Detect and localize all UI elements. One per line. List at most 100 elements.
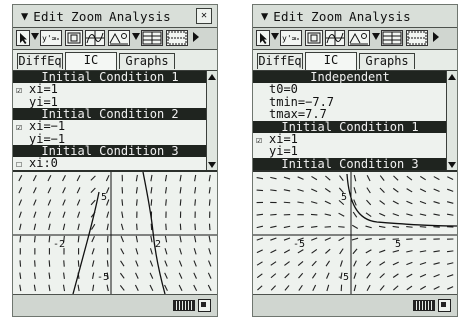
- pointer-tool-icon[interactable]: [16, 30, 30, 46]
- slope-field-tool-icon[interactable]: y'=: [280, 30, 302, 46]
- zoom-box-icon[interactable]: [65, 30, 83, 46]
- menu-chevron-icon[interactable]: ▼: [21, 9, 28, 23]
- menu-zoom[interactable]: Zoom: [311, 9, 342, 24]
- grid-tool-icon[interactable]: [406, 30, 428, 46]
- slope-segment: [353, 272, 357, 279]
- graph-icon[interactable]: [325, 30, 345, 46]
- close-icon[interactable]: ✕: [196, 8, 212, 24]
- scroll-up-icon[interactable]: [448, 74, 456, 80]
- condition-row[interactable]: ☐ xi:0: [13, 157, 207, 170]
- slope-segment: [351, 237, 359, 241]
- slope-segment: [379, 285, 385, 291]
- slope-segment: [406, 226, 413, 228]
- tab-graphs[interactable]: Graphs: [119, 53, 175, 69]
- slope-segment: [256, 189, 264, 192]
- slope-segment: [208, 199, 211, 206]
- slope-segment: [270, 273, 277, 279]
- slope-field-canvas[interactable]: 5 -5 -2 2: [13, 171, 217, 295]
- tab-ic[interactable]: IC: [65, 52, 117, 70]
- graph-dropdown-icon[interactable]: [372, 33, 380, 40]
- list-scrollbar[interactable]: [446, 71, 457, 171]
- tab-diffeq[interactable]: DiffEq: [17, 53, 63, 69]
- slope-segment: [193, 260, 197, 267]
- slope-segment: [325, 260, 331, 267]
- slope-segment: [284, 261, 290, 266]
- slope-segment: [419, 273, 427, 278]
- slope-segment: [149, 260, 154, 267]
- pointer-dropdown-icon[interactable]: [271, 33, 279, 40]
- slope-segment: [77, 235, 80, 243]
- slope-segment: [419, 250, 427, 253]
- trace-icon[interactable]: [348, 30, 370, 46]
- menu-analysis[interactable]: Analysis: [109, 9, 171, 24]
- slope-field-graph[interactable]: 5 -5 -5 5: [253, 170, 457, 294]
- slope-segment: [433, 250, 440, 253]
- slope-segment: [256, 177, 264, 180]
- grid-tool-icon[interactable]: [166, 30, 188, 46]
- slope-segment: [164, 248, 168, 255]
- condition-value[interactable]: yi=1: [269, 144, 298, 158]
- tab-ic[interactable]: IC: [305, 52, 357, 70]
- condition-value[interactable]: tmax=7.7: [269, 107, 327, 121]
- trace-icon[interactable]: [108, 30, 130, 46]
- condition-row[interactable]: yi=−1: [13, 132, 207, 146]
- slope-segment: [76, 199, 81, 206]
- tab-graphs[interactable]: Graphs: [359, 53, 415, 69]
- slope-field-graph[interactable]: 5 -5 -2 2: [13, 170, 217, 295]
- condition-value[interactable]: yi=1: [29, 95, 58, 109]
- slope-segment: [19, 272, 22, 279]
- slope-segment: [393, 285, 399, 291]
- slope-segment: [311, 249, 318, 254]
- slope-segment: [135, 272, 139, 279]
- menu-analysis[interactable]: Analysis: [349, 9, 411, 24]
- slope-segment: [324, 188, 331, 193]
- slope-segment: [446, 274, 454, 278]
- window-toggle-icon[interactable]: [438, 299, 451, 312]
- slope-segment: [135, 235, 138, 243]
- condition-header[interactable]: Initial Condition 3: [253, 157, 447, 170]
- slope-segment: [164, 235, 168, 243]
- slope-segment: [194, 187, 197, 194]
- slope-segment: [297, 188, 304, 192]
- scroll-up-icon[interactable]: [208, 74, 216, 80]
- toolbar-scroll-right-icon[interactable]: [190, 30, 204, 46]
- pointer-dropdown-icon[interactable]: [31, 33, 39, 40]
- slope-segment: [165, 199, 167, 206]
- slope-segment: [77, 284, 80, 292]
- x-tick-label-left: -5: [293, 239, 305, 250]
- slope-segment: [365, 225, 372, 229]
- scroll-down-icon[interactable]: [448, 162, 456, 168]
- slope-segment: [150, 235, 153, 243]
- slope-segment: [270, 261, 277, 266]
- menu-chevron-icon[interactable]: ▼: [261, 9, 268, 23]
- graph-icon[interactable]: [85, 30, 105, 46]
- condition-row[interactable]: yi=1: [253, 145, 447, 158]
- slope-segment: [297, 249, 304, 254]
- menu-zoom[interactable]: Zoom: [71, 9, 102, 24]
- slope-segment: [92, 284, 95, 292]
- list-scrollbar[interactable]: [206, 71, 217, 171]
- table-icon[interactable]: [381, 30, 403, 46]
- menu-edit[interactable]: Edit: [273, 9, 304, 24]
- menu-edit[interactable]: Edit: [33, 9, 64, 24]
- slope-segment: [419, 213, 427, 216]
- condition-value[interactable]: xi:0: [29, 156, 58, 170]
- condition-row[interactable]: yi=1: [13, 95, 207, 109]
- pointer-tool-icon[interactable]: [256, 30, 270, 46]
- slope-field-tool-icon[interactable]: y'=: [40, 30, 62, 46]
- slope-field-canvas[interactable]: 5 -5 -5 5: [253, 172, 457, 294]
- slope-segment: [366, 187, 371, 194]
- zoom-box-icon[interactable]: [305, 30, 323, 46]
- slope-segment: [106, 211, 110, 218]
- window-toggle-icon[interactable]: [198, 299, 211, 312]
- scroll-down-icon[interactable]: [208, 162, 216, 168]
- slope-segment: [135, 248, 139, 255]
- slope-segment: [311, 188, 318, 193]
- condition-row[interactable]: tmax=7.7: [253, 108, 447, 121]
- toolbar-scroll-right-icon[interactable]: [430, 30, 444, 46]
- table-icon[interactable]: [141, 30, 163, 46]
- graph-dropdown-icon[interactable]: [132, 33, 140, 40]
- tab-diffeq[interactable]: DiffEq: [257, 53, 303, 69]
- condition-value[interactable]: yi=−1: [29, 132, 65, 146]
- slope-segment: [311, 175, 318, 181]
